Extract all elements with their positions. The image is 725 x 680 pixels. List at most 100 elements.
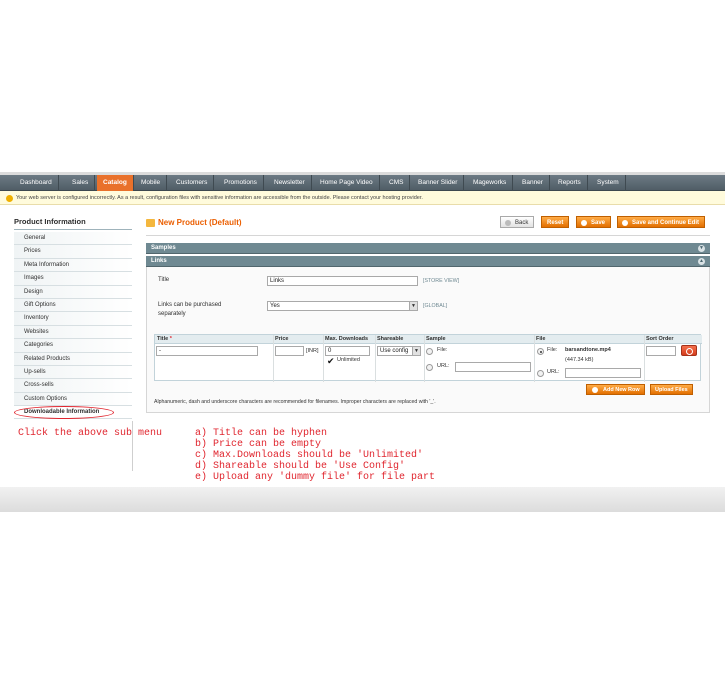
add-new-row-button[interactable]: Add New Row	[586, 384, 645, 395]
nav-dashboard[interactable]: Dashboard	[14, 175, 59, 191]
col-sort-order: Sort Order	[644, 335, 702, 344]
col-price: Price	[273, 335, 323, 344]
purchase-label-line1: Links can be purchased	[158, 302, 222, 308]
links-section-header[interactable]: Links ▲	[146, 256, 710, 267]
nav-mobile[interactable]: Mobile	[135, 175, 168, 191]
col-title-label: Title	[157, 336, 169, 342]
title-label: Title	[158, 277, 170, 283]
upload-files-button[interactable]: Upload Files	[650, 384, 693, 395]
nav-banner[interactable]: Banner	[516, 175, 550, 191]
sidebar-item-prices[interactable]: Prices	[14, 245, 132, 259]
checkmark-icon[interactable]: ✔	[327, 356, 335, 367]
annotation-line-b: b) Price can be empty	[195, 439, 322, 450]
nav-banner-slider[interactable]: Banner Slider	[412, 175, 465, 191]
link-price-input[interactable]	[275, 346, 304, 356]
dropdown-arrow-icon: ▼	[409, 302, 417, 310]
max-downloads-input[interactable]: 0	[325, 346, 370, 356]
required-mark: *	[169, 336, 172, 342]
config-warning-text: Your web server is configured incorrectl…	[16, 195, 423, 201]
shareable-select-value: Use config	[380, 348, 409, 354]
page: Dashboard Sales Catalog Mobile Customers…	[0, 0, 725, 680]
unlimited-label: Unlimited	[337, 357, 360, 363]
sidebar-item-up-sells[interactable]: Up-sells	[14, 365, 132, 380]
link-url-radio[interactable]	[537, 370, 544, 377]
product-icon	[146, 219, 155, 227]
uploaded-file-size: (447.34 kB)	[565, 357, 594, 363]
annotation-line-a: a) Title can be hyphen	[195, 428, 328, 439]
save-button[interactable]: Save	[576, 216, 612, 228]
annotation-line-c: c) Max.Downloads should be 'Unlimited'	[195, 450, 424, 461]
sidebar-tabs: General Prices Meta Information Images D…	[14, 232, 132, 420]
link-url-label: URL:	[547, 369, 560, 375]
grid-col-divider	[534, 335, 535, 382]
reset-button[interactable]: Reset	[541, 216, 570, 228]
grid-col-divider	[375, 335, 376, 382]
nav-cms[interactable]: CMS	[383, 175, 411, 191]
grid-col-divider	[273, 335, 274, 382]
main-nav: Dashboard Sales Catalog Mobile Customers…	[0, 175, 725, 191]
col-file: File	[534, 335, 644, 344]
sidebar-item-meta-information[interactable]: Meta Information	[14, 258, 132, 273]
sidebar-item-custom-options[interactable]: Custom Options	[14, 392, 132, 407]
nav-catalog[interactable]: Catalog	[97, 175, 134, 191]
back-button[interactable]: Back	[500, 216, 535, 228]
sidebar-item-design[interactable]: Design	[14, 285, 132, 299]
footer-band	[0, 487, 725, 512]
nav-system[interactable]: System	[591, 175, 626, 191]
price-currency: [INR]	[306, 348, 319, 354]
link-title-input[interactable]: -	[156, 346, 258, 356]
link-url-input[interactable]	[565, 368, 641, 378]
delete-row-icon[interactable]	[681, 345, 697, 356]
upload-files-label: Upload Files	[655, 387, 688, 393]
shareable-select[interactable]: Use config ▼	[377, 346, 421, 356]
nav-customers[interactable]: Customers	[170, 175, 215, 191]
header-divider	[146, 235, 710, 236]
sidebar-item-general[interactable]: General	[14, 232, 132, 246]
sidebar-title: Product Information	[14, 217, 86, 226]
page-title: New Product (Default)	[158, 218, 242, 227]
link-file-radio[interactable]	[537, 348, 544, 355]
warning-icon	[6, 195, 13, 202]
nav-promotions[interactable]: Promotions	[218, 175, 264, 191]
save-continue-label: Save and Continue Edit	[632, 220, 700, 226]
annotation-click-hint: Click the above sub menu	[18, 428, 163, 439]
annotation-line-e: e) Upload any 'dummy file' for file part	[195, 472, 436, 483]
purchase-label-line2: separately	[158, 311, 186, 317]
col-shareable: Shareable	[375, 335, 424, 344]
config-warning: Your web server is configured incorrectl…	[0, 191, 725, 205]
sidebar-item-related-products[interactable]: Related Products	[14, 352, 132, 366]
sample-url-input[interactable]	[455, 362, 531, 372]
sidebar-item-gift-options[interactable]: Gift Options	[14, 298, 132, 313]
nav-home-page-video[interactable]: Home Page Video	[314, 175, 380, 191]
sidebar-item-images[interactable]: Images	[14, 272, 132, 286]
sidebar-item-categories[interactable]: Categories	[14, 339, 132, 353]
expand-icon[interactable]: ▼	[698, 245, 705, 252]
sample-file-radio[interactable]	[426, 348, 433, 355]
links-section-title: Links	[151, 258, 167, 264]
nav-reports[interactable]: Reports	[552, 175, 588, 191]
filename-note: Alphanumeric, dash and underscore charac…	[154, 399, 436, 405]
col-sample: Sample	[424, 335, 534, 344]
sample-url-radio[interactable]	[426, 364, 433, 371]
samples-section-title: Samples	[151, 245, 176, 251]
save-continue-button[interactable]: Save and Continue Edit	[617, 216, 706, 228]
nav-mageworks[interactable]: Mageworks	[467, 175, 514, 191]
sort-order-input[interactable]	[646, 346, 676, 356]
back-arrow-icon	[505, 220, 511, 226]
links-title-input[interactable]: Links	[267, 276, 418, 286]
sidebar-item-cross-sells[interactable]: Cross-sells	[14, 379, 132, 393]
samples-section-header[interactable]: Samples ▼	[146, 243, 710, 254]
collapse-icon[interactable]: ▲	[698, 258, 705, 265]
reset-button-label: Reset	[547, 220, 564, 226]
purchase-separately-select[interactable]: Yes ▼	[267, 301, 418, 311]
uploaded-file-name: barsandtone.mp4	[565, 347, 611, 353]
sidebar-item-websites[interactable]: Websites	[14, 325, 132, 340]
col-title: Title *	[155, 335, 273, 344]
nav-newsletter[interactable]: Newsletter	[268, 175, 312, 191]
dropdown-arrow-icon: ▼	[412, 347, 420, 355]
sidebar-item-inventory[interactable]: Inventory	[14, 312, 132, 326]
highlight-oval	[14, 406, 114, 419]
sidebar-divider	[14, 229, 132, 230]
purchase-scope: [GLOBAL]	[423, 303, 448, 309]
nav-sales[interactable]: Sales	[66, 175, 96, 191]
